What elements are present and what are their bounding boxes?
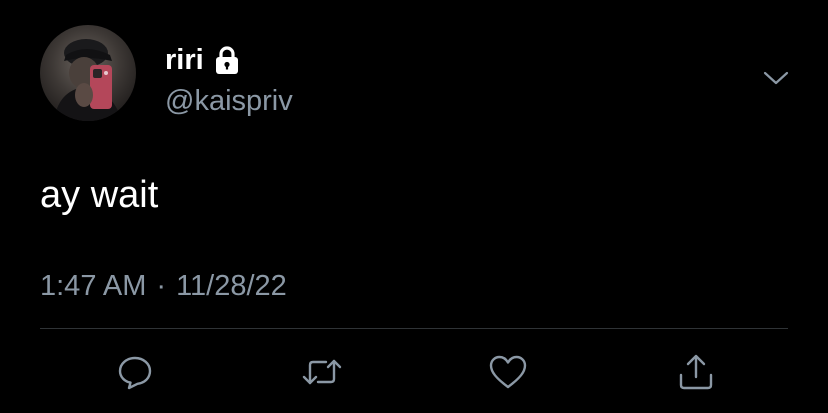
display-name-text: riri bbox=[165, 44, 204, 76]
user-handle[interactable]: @kaispriv bbox=[165, 84, 293, 118]
tweet-card: riri @kaispriv ay wait 1:47 AM · 11/28/2… bbox=[0, 0, 828, 413]
lock-icon bbox=[213, 45, 241, 75]
avatar[interactable] bbox=[40, 25, 136, 121]
divider bbox=[40, 328, 788, 329]
like-button[interactable] bbox=[488, 352, 528, 392]
chevron-down-icon bbox=[763, 71, 789, 85]
retweet-icon bbox=[302, 359, 342, 385]
tweet-time: 1:47 AM bbox=[40, 270, 147, 302]
meta-separator: · bbox=[156, 270, 167, 302]
tweet-text: ay wait bbox=[40, 174, 159, 216]
retweet-button[interactable] bbox=[302, 352, 342, 392]
reply-button[interactable] bbox=[115, 352, 155, 392]
avatar-image bbox=[54, 39, 122, 121]
share-icon bbox=[679, 354, 713, 390]
display-name[interactable]: riri bbox=[165, 43, 241, 77]
more-menu-button[interactable] bbox=[762, 68, 790, 88]
tweet-date: 11/28/22 bbox=[176, 270, 287, 302]
share-button[interactable] bbox=[676, 352, 716, 392]
heart-icon bbox=[489, 355, 527, 389]
tweet-timestamp[interactable]: 1:47 AM · 11/28/22 bbox=[40, 268, 287, 304]
reply-icon bbox=[118, 356, 152, 390]
